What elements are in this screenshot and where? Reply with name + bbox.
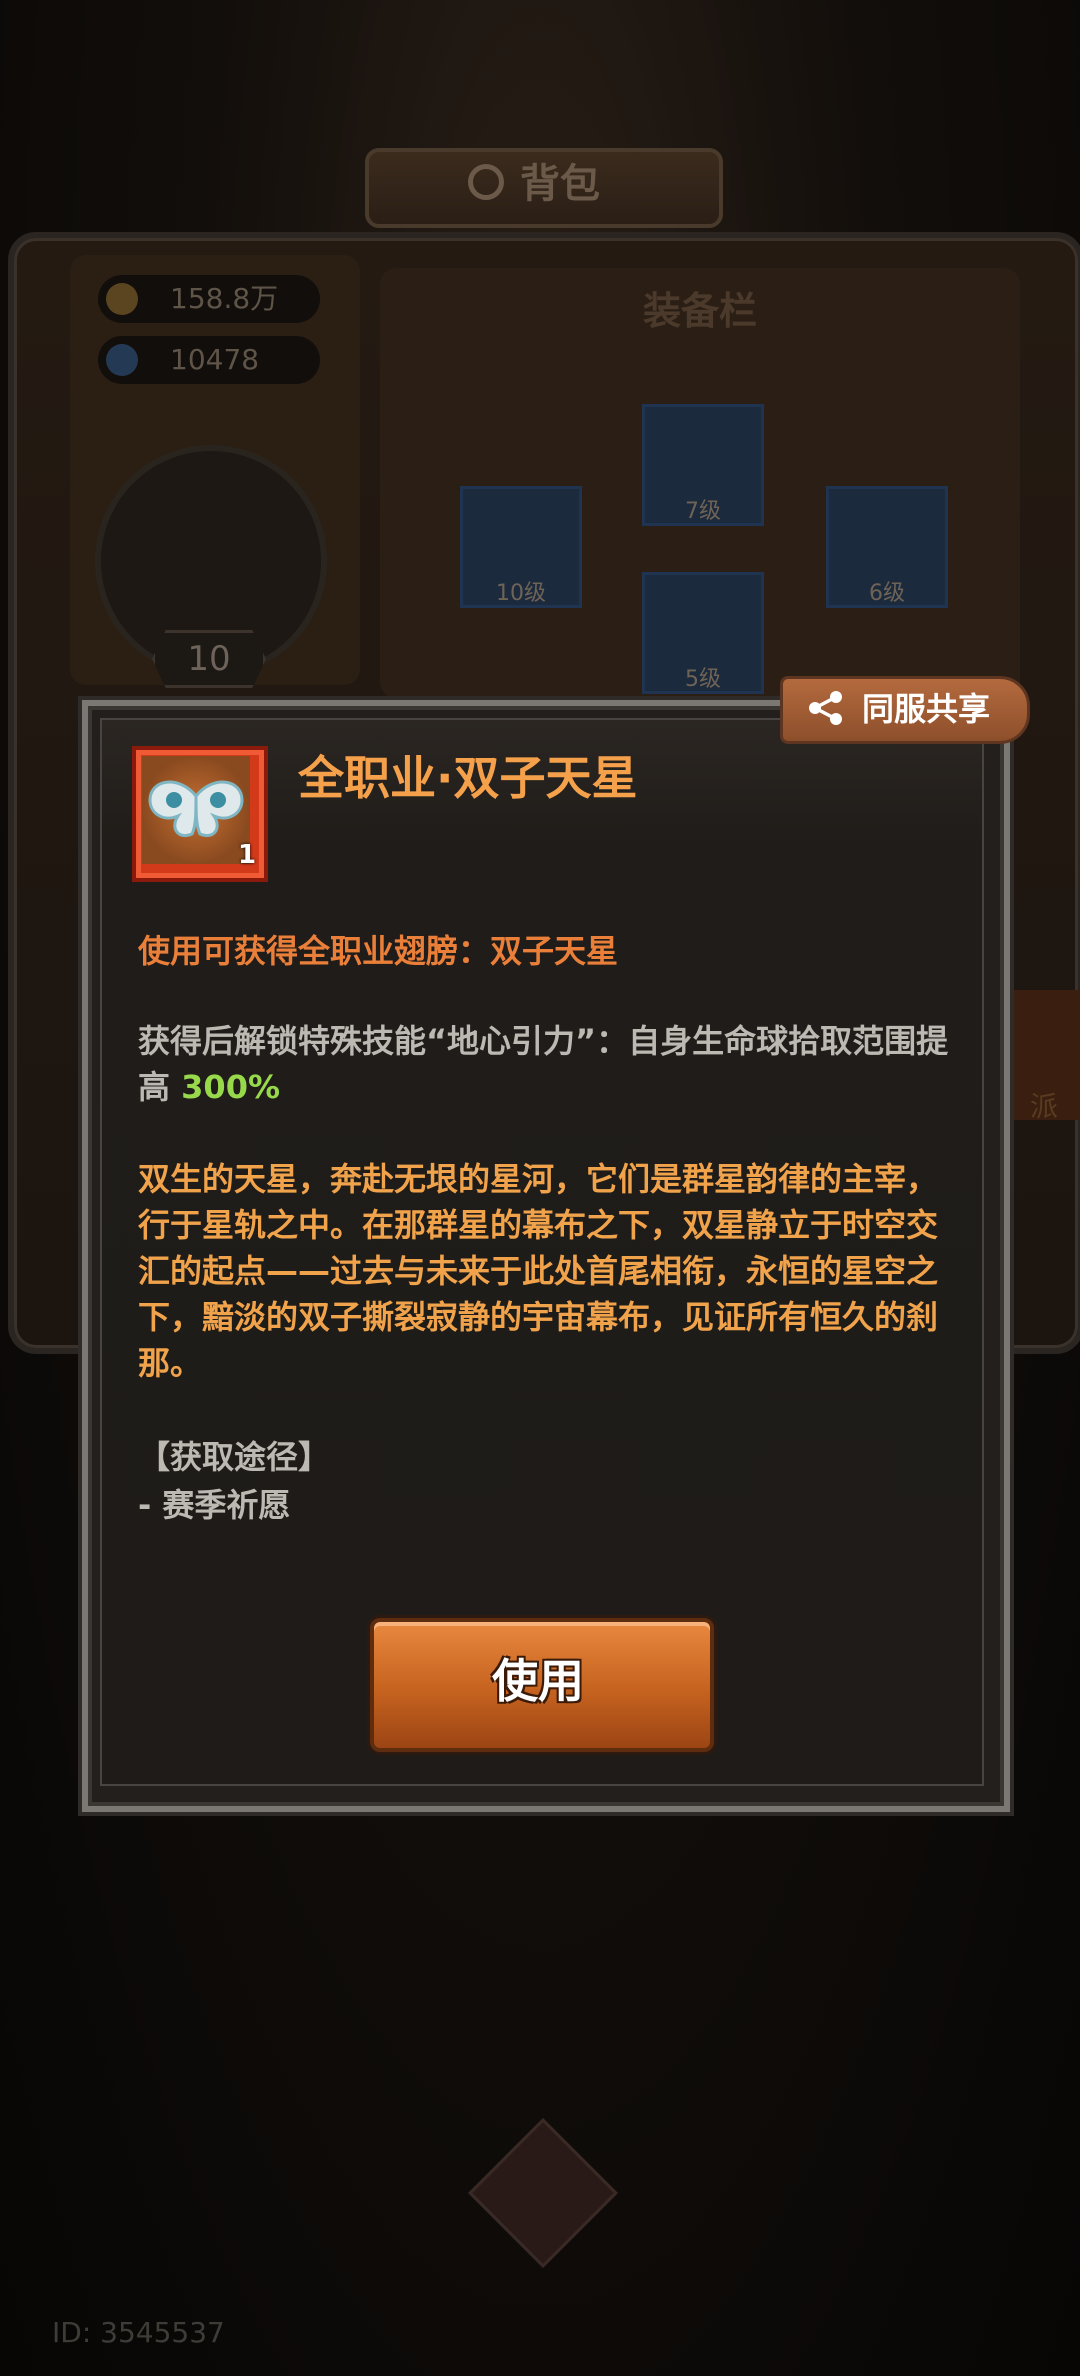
item-count: 1 — [238, 840, 257, 870]
slot-level: 6级 — [869, 581, 905, 606]
side-tab-label: 派 — [1030, 1090, 1059, 1123]
equip-slot[interactable]: 10级 — [460, 486, 582, 608]
twin-star-wings-icon — [142, 756, 250, 864]
skill-value: 300% — [181, 1068, 281, 1106]
bag-title: 背包 — [520, 161, 600, 207]
player-id: ID: 3545537 — [52, 2316, 225, 2349]
skill-description: 获得后解锁特殊技能“地心引力”：自身生命球拾取范围提高 300% — [138, 1018, 958, 1110]
diamond-currency: 10478 — [98, 336, 320, 384]
use-button-label: 使用 — [492, 1654, 584, 1708]
share-icon — [809, 691, 842, 725]
equip-slot[interactable]: 6级 — [826, 486, 948, 608]
diamond-icon — [106, 344, 138, 376]
slot-level: 10级 — [496, 581, 546, 606]
level-badge: 10 — [152, 630, 266, 688]
gold-coin-icon — [106, 283, 138, 315]
slot-level: 5级 — [685, 667, 721, 692]
source-title: 【获取途径】 — [138, 1438, 331, 1476]
item-title: 全职业·双子天星 — [298, 751, 638, 805]
share-button-label: 同服共享 — [862, 690, 991, 728]
lore-text: 双生的天星，奔赴无垠的星河，它们是群星韵律的主宰，行于星轨之中。在那群星的幕布之… — [138, 1160, 939, 1382]
equipment-title: 装备栏 — [642, 289, 757, 333]
slot-level: 7级 — [685, 499, 721, 524]
gold-currency: 158.8万 — [98, 275, 320, 323]
diamond-value: 10478 — [170, 343, 260, 376]
equip-slot[interactable]: 5级 — [642, 572, 764, 694]
obtain-description: 使用可获得全职业翅膀：双子天星 — [138, 932, 619, 970]
gold-value: 158.8万 — [170, 282, 279, 315]
equip-slot[interactable]: 7级 — [642, 404, 764, 526]
source-item: - 赛季祈愿 — [138, 1486, 291, 1524]
